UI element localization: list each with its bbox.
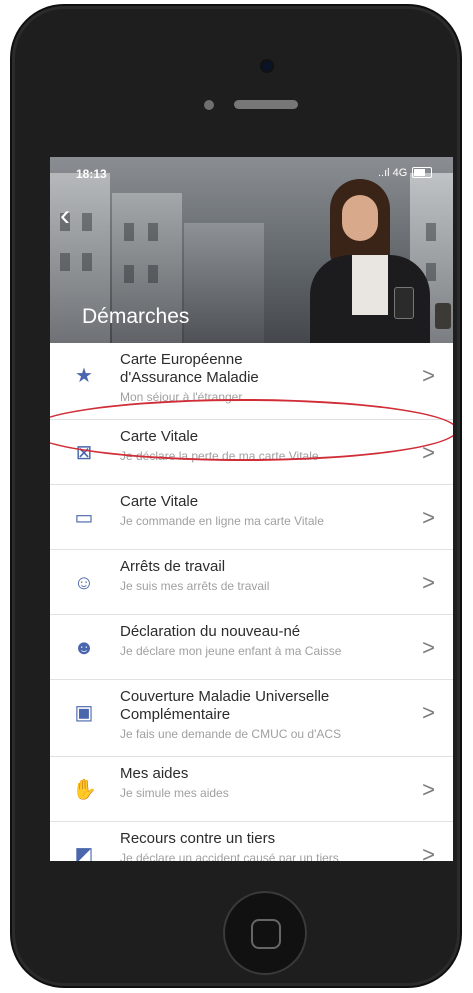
chevron-right-icon: > xyxy=(422,842,435,861)
claim-icon: ◩ xyxy=(74,844,94,861)
item-subtitle: Je déclare mon jeune enfant à ma Caisse xyxy=(120,644,342,658)
chevron-right-icon: > xyxy=(422,505,435,530)
item-title: Couverture Maladie Universelle xyxy=(120,688,330,705)
chevron-right-icon: > xyxy=(422,777,435,802)
home-button[interactable] xyxy=(223,891,307,975)
chevron-right-icon: > xyxy=(422,363,435,388)
item-title: Arrêts de travail xyxy=(120,558,226,575)
eu-card-icon: ★ xyxy=(75,365,93,387)
card-icon: ▭ xyxy=(74,507,94,529)
item-title: Mes aides xyxy=(120,765,189,782)
chevron-right-icon: > xyxy=(422,635,435,660)
page-title: Démarches xyxy=(82,305,190,328)
back-icon[interactable]: ‹ xyxy=(60,201,70,231)
front-camera xyxy=(262,61,272,71)
list-item[interactable]: ☻ Déclaration du nouveau-né Je déclare m… xyxy=(50,615,453,680)
sick-leave-icon: ☺ xyxy=(73,572,95,594)
shirt xyxy=(352,255,388,315)
item-title-2: d'Assurance Maladie xyxy=(120,369,259,386)
chevron-right-icon: > xyxy=(422,700,435,725)
newborn-icon: ☻ xyxy=(73,637,95,659)
home-button-square xyxy=(251,919,281,949)
hero-photo-woman xyxy=(300,167,451,343)
battery-icon xyxy=(412,167,432,178)
proximity-sensor xyxy=(204,100,214,110)
status-bar: 18:13 ..ıl 4G xyxy=(50,157,453,187)
item-title: Déclaration du nouveau-né xyxy=(120,623,301,640)
chevron-right-icon: > xyxy=(422,570,435,595)
item-subtitle: Je suis mes arrêts de travail xyxy=(120,579,270,593)
item-title: Carte Vitale xyxy=(120,493,199,510)
list-item[interactable]: ✋ Mes aides Je simule mes aides > xyxy=(50,757,453,822)
list-item[interactable]: ▣ Couverture Maladie Universelle Complém… xyxy=(50,680,453,757)
item-subtitle: Je déclare un accident causé par un tier… xyxy=(120,851,339,861)
item-subtitle: Je simule mes aides xyxy=(120,786,229,800)
list-item[interactable]: ▭ Carte Vitale Je commande en ligne ma c… xyxy=(50,485,453,550)
building xyxy=(184,223,264,343)
app-screen: 18:13 ..ıl 4G ‹ Démarches ★ Carte Europé… xyxy=(50,157,453,861)
aids-icon: ✋ xyxy=(72,779,97,801)
procedures-list: ★ Carte Européenne d'Assurance Maladie M… xyxy=(50,343,453,861)
cmu-icon: ▣ xyxy=(74,702,94,724)
highlight-oval xyxy=(50,399,453,461)
hero-header: 18:13 ..ıl 4G ‹ Démarches xyxy=(50,157,453,343)
item-title: Recours contre un tiers xyxy=(120,830,276,847)
signal-icon: ..ıl 4G xyxy=(378,167,408,179)
item-subtitle: Je commande en ligne ma carte Vitale xyxy=(120,514,324,528)
clock: 18:13 xyxy=(76,167,107,181)
coffee-cup xyxy=(435,303,451,329)
face xyxy=(342,195,378,241)
item-subtitle: Je fais une demande de CMUC ou d'ACS xyxy=(120,727,342,741)
earpiece-speaker xyxy=(234,100,298,109)
list-item[interactable]: ☺ Arrêts de travail Je suis mes arrêts d… xyxy=(50,550,453,615)
item-title-2: Complémentaire xyxy=(120,706,231,723)
smartphone xyxy=(394,287,414,319)
item-title: Carte Européenne xyxy=(120,351,243,368)
list-item[interactable]: ◩ Recours contre un tiers Je déclare un … xyxy=(50,822,453,861)
